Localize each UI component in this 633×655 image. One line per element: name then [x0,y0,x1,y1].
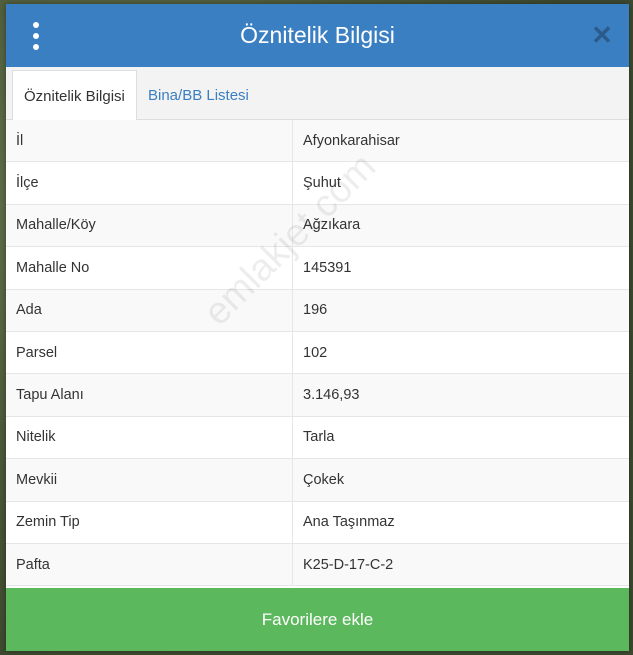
row-key: Mevkii [6,459,293,501]
row-key: Mahalle No [6,247,293,289]
attribute-dialog: Öznitelik Bilgisi ✕ Öznitelik Bilgisi Bi… [6,4,629,651]
add-favorites-button[interactable]: Favorilere ekle [6,588,629,651]
table-row: Pafta K25-D-17-C-2 [6,543,629,587]
row-key: Tapu Alanı [6,374,293,416]
row-key: Parsel [6,331,293,374]
vertical-dots-icon[interactable] [26,22,46,50]
close-icon[interactable]: ✕ [591,22,613,48]
row-key: İlçe [6,162,293,204]
row-value: Çokek [303,471,345,488]
row-key: Nitelik [6,416,293,459]
table-row: Mevkii Çokek [6,459,629,502]
table-row: İl Afyonkarahisar [6,120,629,163]
table-row: Mahalle No 145391 [6,247,629,290]
row-key: İl [6,120,293,162]
row-value: 102 [303,344,328,361]
row-value: Şuhut [303,175,341,192]
attribute-table: İl Afyonkarahisar İlçe Şuhut Mahalle/Köy… [6,120,629,587]
tab-building-list[interactable]: Bina/BB Listesi [137,70,260,119]
table-row: İlçe Şuhut [6,162,629,205]
table-row: Nitelik Tarla [6,416,629,460]
table-row: Ada 196 [6,289,629,332]
row-value: Ana Taşınmaz [303,514,395,531]
dialog-title: Öznitelik Bilgisi [240,22,395,48]
row-key: Pafta [6,543,293,586]
row-value: Afyonkarahisar [303,132,400,149]
dialog-header: Öznitelik Bilgisi ✕ [6,4,629,67]
row-key: Ada [6,289,293,331]
table-row: Zemin Tip Ana Taşınmaz [6,501,629,544]
tab-bar: Öznitelik Bilgisi Bina/BB Listesi [6,67,629,121]
row-key: Mahalle/Köy [6,204,293,247]
tab-attribute-info[interactable]: Öznitelik Bilgisi [12,70,137,121]
table-row: Parsel 102 [6,331,629,375]
row-value: 3.146,93 [303,387,360,404]
table-row: Mahalle/Köy Ağzıkara [6,204,629,248]
row-key: Zemin Tip [6,501,293,543]
row-value: 196 [303,302,328,319]
row-value: Tarla [303,429,335,446]
row-value: Ağzıkara [303,217,361,234]
row-value: 145391 [303,259,352,276]
table-row: Tapu Alanı 3.146,93 [6,374,629,417]
row-value: K25-D-17-C-2 [303,556,394,573]
